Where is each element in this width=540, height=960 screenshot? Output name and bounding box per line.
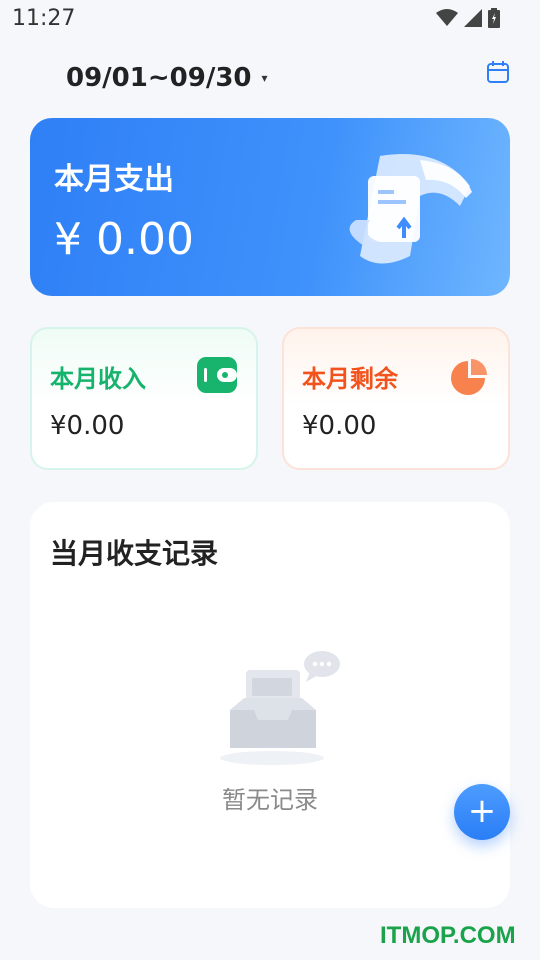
empty-state-text: 暂无记录 [222,786,318,814]
expense-title: 本月支出 [54,162,174,197]
empty-inbox-icon [220,651,340,765]
wifi-icon [436,9,458,26]
battery-icon [488,8,500,28]
signal-icon [464,9,482,27]
date-range-text: 09/01~09/30 [66,63,252,93]
records-panel: 当月收支记录 暂无记录 [30,502,510,908]
calendar-icon[interactable] [486,60,510,84]
date-range-selector[interactable]: 09/01~09/30 ▾ [66,63,268,93]
expense-amount: ¥ 0.00 [54,214,194,265]
monthly-income-card[interactable]: 本月收入 ¥0.00 [30,327,258,470]
monthly-expense-card[interactable]: 本月支出 ¥ 0.00 [30,118,510,296]
income-title: 本月收入 [50,365,146,393]
watermark-logo: ITMOP.COM [380,922,516,949]
status-time: 11:27 [12,6,76,31]
pie-chart-icon [451,359,487,395]
remaining-title: 本月剩余 [302,365,398,393]
status-bar: 11:27 [0,0,540,40]
wallet-icon [197,357,237,393]
add-record-button[interactable]: + [454,784,510,840]
chevron-down-icon: ▾ [261,71,268,85]
remaining-amount: ¥0.00 [302,411,377,441]
monthly-remaining-card[interactable]: 本月剩余 ¥0.00 [282,327,510,470]
status-icons [436,8,500,28]
records-title: 当月收支记录 [50,537,219,570]
receipt-illustration-icon [349,154,472,264]
income-amount: ¥0.00 [50,411,125,441]
